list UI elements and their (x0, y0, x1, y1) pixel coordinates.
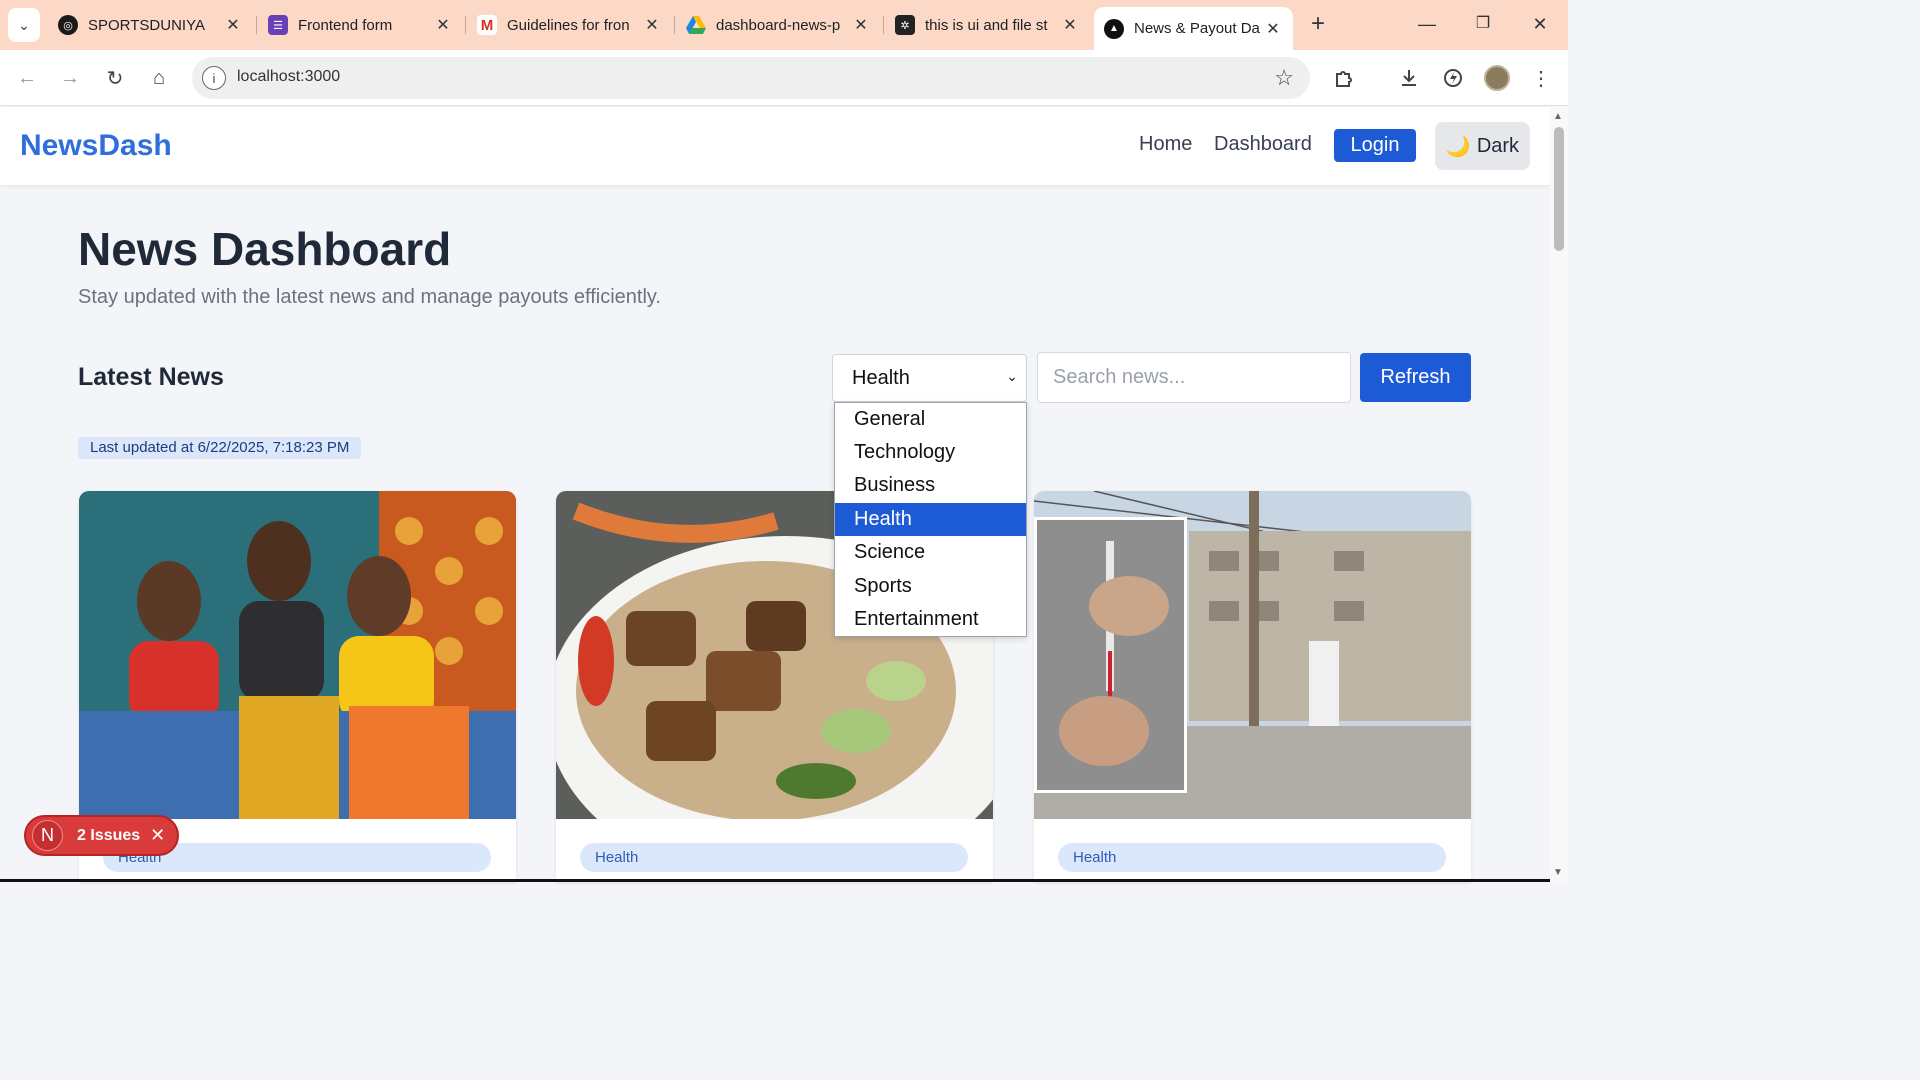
news-image (79, 491, 516, 819)
window-close-icon[interactable]: ✕ (1520, 8, 1560, 40)
browser-tab-bar: ⌄ ◎ SPORTSDUNIYA ✕ ☰ Frontend form ✕ M G… (0, 0, 1568, 50)
issues-count[interactable]: 2 Issues (77, 827, 140, 845)
profile-avatar[interactable] (1484, 65, 1510, 91)
tab-title: Guidelines for fron (507, 16, 630, 34)
chatgpt-icon: ✲ (895, 15, 915, 35)
tab-title: this is ui and file st (925, 16, 1048, 34)
category-tag: Health (580, 843, 968, 872)
close-icon[interactable]: ✕ (433, 15, 453, 35)
login-button[interactable]: Login (1334, 129, 1416, 162)
category-option-health[interactable]: Health (835, 503, 1026, 536)
forms-icon: ☰ (268, 15, 288, 35)
site-info-icon[interactable]: i (202, 66, 226, 90)
menu-kebab-icon[interactable]: ⋮ (1525, 62, 1557, 94)
drive-icon (686, 15, 706, 35)
scroll-down-arrow[interactable]: ▼ (1553, 867, 1563, 878)
tab-ui-file-structure[interactable]: ✲ this is ui and file st ✕ (885, 8, 1090, 42)
restore-icon[interactable]: ❐ (1463, 8, 1503, 40)
extensions-icon[interactable] (1328, 62, 1360, 94)
moon-icon: 🌙 (1445, 135, 1471, 158)
category-option-sports[interactable]: Sports (835, 570, 1026, 603)
news-card[interactable]: Health (1034, 491, 1471, 882)
scroll-up-arrow[interactable]: ▲ (1553, 111, 1563, 122)
tab-search-button[interactable]: ⌄ (8, 8, 40, 42)
category-option-business[interactable]: Business (835, 469, 1026, 502)
close-icon[interactable]: ✕ (1263, 19, 1283, 39)
close-icon[interactable]: ✕ (150, 825, 165, 846)
taskbar-edge (0, 879, 1550, 882)
sportsduniya-icon: ◎ (58, 15, 78, 35)
scroll-thumb[interactable] (1554, 127, 1564, 251)
nav-home-link[interactable]: Home (1139, 133, 1192, 156)
page-scrollbar[interactable]: ▲ ▼ (1550, 107, 1568, 882)
back-icon[interactable]: ← (11, 62, 43, 94)
tab-news-payout[interactable]: ▲ News & Payout Da ✕ (1094, 7, 1293, 50)
search-input[interactable] (1037, 352, 1351, 403)
category-option-entertainment[interactable]: Entertainment (835, 603, 1026, 636)
url-text[interactable]: localhost:3000 (237, 68, 340, 86)
gmail-icon: M (477, 15, 497, 35)
browser-toolbar: ← → ↻ ⌂ i localhost:3000 ☆ ⋮ (0, 50, 1568, 106)
category-tag: Health (1058, 843, 1446, 872)
dark-mode-toggle[interactable]: 🌙 Dark (1435, 122, 1530, 170)
tab-title: Frontend form (298, 16, 393, 34)
download-icon[interactable] (1393, 62, 1425, 94)
news-image (1034, 491, 1471, 819)
section-title-latest-news: Latest News (78, 363, 224, 391)
home-icon[interactable]: ⌂ (143, 62, 175, 94)
close-icon[interactable]: ✕ (1060, 15, 1080, 35)
dark-mode-label: Dark (1476, 134, 1520, 157)
bookmark-star-icon[interactable]: ☆ (1274, 65, 1294, 91)
nextjs-icon: ▲ (1104, 18, 1124, 39)
tab-title: News & Payout Da (1134, 20, 1260, 37)
performance-icon[interactable] (1437, 62, 1469, 94)
tab-dashboard-news[interactable]: dashboard-news-p ✕ (676, 8, 881, 42)
category-select[interactable]: Health ⌄ (832, 354, 1027, 402)
tab-guidelines[interactable]: M Guidelines for fron ✕ (467, 8, 672, 42)
app-navbar: NewsDash Home Dashboard Login 🌙 Dark (0, 107, 1550, 185)
page-subtitle: Stay updated with the latest news and ma… (78, 286, 661, 308)
tab-title: dashboard-news-p (716, 16, 841, 34)
forward-icon[interactable]: → (54, 62, 86, 94)
nextjs-logo-icon[interactable]: N (32, 820, 63, 851)
last-updated-badge: Last updated at 6/22/2025, 7:18:23 PM (78, 437, 362, 459)
close-icon[interactable]: ✕ (223, 15, 243, 35)
chevron-down-icon: ⌄ (1006, 368, 1018, 384)
address-bar[interactable]: i localhost:3000 ☆ (192, 57, 1310, 99)
category-dropdown-list: General Technology Business Health Scien… (834, 402, 1027, 637)
close-icon[interactable]: ✕ (642, 15, 662, 35)
app-logo[interactable]: NewsDash (20, 129, 172, 163)
nav-dashboard-link[interactable]: Dashboard (1214, 133, 1312, 156)
close-icon[interactable]: ✕ (851, 15, 871, 35)
new-tab-button[interactable]: + (1305, 10, 1331, 38)
reload-icon[interactable]: ↻ (99, 62, 131, 94)
refresh-button[interactable]: Refresh (1360, 353, 1471, 402)
tab-sportsduniya[interactable]: ◎ SPORTSDUNIYA ✕ (48, 8, 253, 42)
tab-frontend-form[interactable]: ☰ Frontend form ✕ (258, 8, 463, 42)
category-selected-value: Health (852, 367, 910, 389)
category-option-science[interactable]: Science (835, 536, 1026, 569)
category-option-general[interactable]: General (835, 403, 1026, 436)
tab-title: SPORTSDUNIYA (88, 16, 205, 34)
minimize-icon[interactable]: — (1407, 8, 1447, 40)
dev-issues-badge[interactable]: N 2 Issues ✕ (24, 815, 179, 856)
page-title: News Dashboard (78, 223, 452, 275)
category-option-technology[interactable]: Technology (835, 436, 1026, 469)
